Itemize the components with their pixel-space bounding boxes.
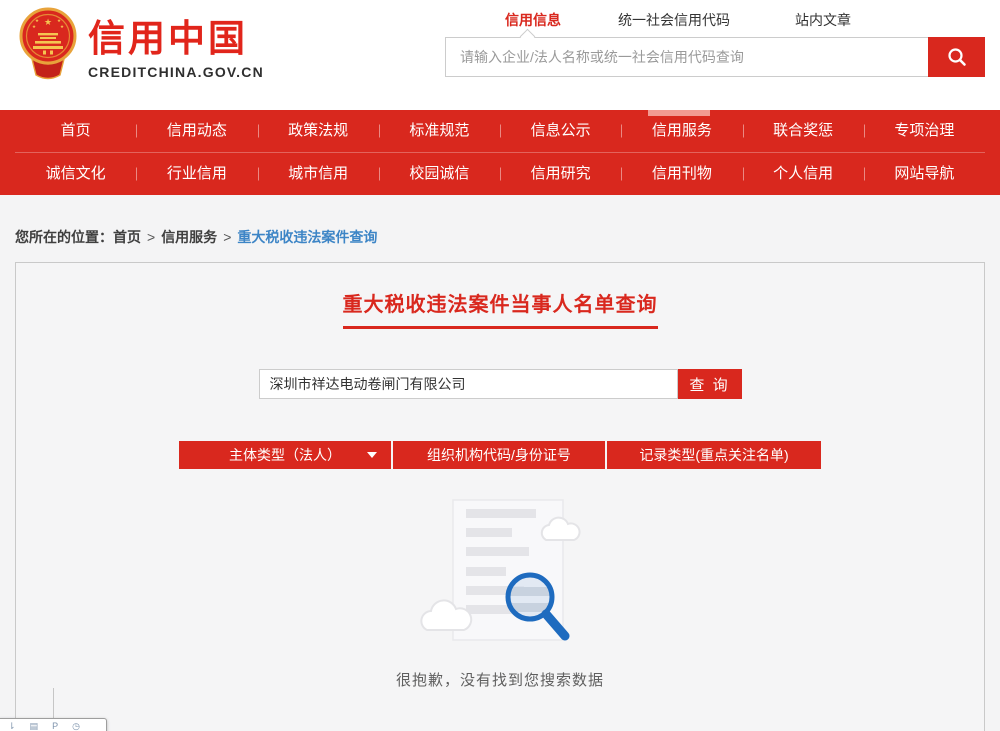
nav-item[interactable]: 信用研究 bbox=[500, 153, 621, 195]
content-panel: 重大税收违法案件当事人名单查询 查 询 主体类型（法人） 组织机构代码/身份证号… bbox=[15, 262, 985, 731]
svg-text:★: ★ bbox=[32, 24, 36, 29]
page: ★ ★ ★ ★ ★ 信用中国 CREDITCHINA.GOV.CN 信用信息 统… bbox=[0, 0, 1000, 731]
filter-record-type[interactable]: 记录类型(重点关注名单) bbox=[607, 441, 821, 469]
nav-row-1: 首页信用动态政策法规标准规范信息公示信用服务联合奖惩专项治理 bbox=[15, 110, 985, 152]
query-button[interactable]: 查 询 bbox=[678, 369, 742, 399]
breadcrumb-prefix: 您所在的位置： bbox=[15, 229, 113, 245]
selection-caret-line bbox=[53, 688, 54, 718]
toolbar-icon[interactable]: ⇂ bbox=[8, 722, 16, 731]
breadcrumb-section[interactable]: 信用服务 bbox=[161, 229, 217, 245]
magnifier-icon bbox=[946, 46, 968, 68]
toolbar-icon[interactable]: P bbox=[52, 722, 58, 731]
chevron-down-icon bbox=[367, 452, 377, 458]
filter-org-code[interactable]: 组织机构代码/身份证号 bbox=[393, 441, 605, 469]
nav-item[interactable]: 城市信用 bbox=[258, 153, 379, 195]
nav-item[interactable]: 联合奖惩 bbox=[743, 110, 864, 152]
nav-item[interactable]: 专项治理 bbox=[864, 110, 985, 152]
nav-item[interactable]: 信用服务 bbox=[621, 110, 742, 152]
nav-row-2: 诚信文化行业信用城市信用校园诚信信用研究信用刊物个人信用网站导航 bbox=[15, 152, 985, 195]
svg-text:★: ★ bbox=[57, 18, 61, 23]
nav-item[interactable]: 校园诚信 bbox=[379, 153, 500, 195]
company-query-input[interactable] bbox=[259, 369, 678, 399]
breadcrumb-separator: > bbox=[147, 229, 155, 245]
logo-title: 信用中国 bbox=[88, 20, 264, 57]
toolbar-icon[interactable]: ◷ bbox=[72, 722, 80, 731]
header-search-box bbox=[445, 37, 985, 77]
page-title: 重大税收违法案件当事人名单查询 bbox=[343, 288, 658, 329]
site-logo[interactable]: ★ ★ ★ ★ ★ 信用中国 CREDITCHINA.GOV.CN bbox=[18, 7, 264, 81]
header-search-input[interactable] bbox=[445, 37, 928, 77]
empty-state-message: 很抱歉，没有找到您搜索数据 bbox=[16, 669, 984, 690]
tab-site-articles[interactable]: 站内文章 bbox=[795, 10, 851, 30]
nav-item[interactable]: 政策法规 bbox=[258, 110, 379, 152]
nav-item[interactable]: 信用刊物 bbox=[621, 153, 742, 195]
nav-item[interactable]: 首页 bbox=[15, 110, 136, 152]
svg-text:★: ★ bbox=[35, 18, 39, 23]
breadcrumb: 您所在的位置：首页 > 信用服务 > 重大税收违法案件查询 bbox=[15, 227, 377, 247]
query-row: 查 询 bbox=[16, 369, 984, 399]
tab-unified-social-credit-code[interactable]: 统一社会信用代码 bbox=[618, 10, 730, 30]
nav-item[interactable]: 信用动态 bbox=[136, 110, 257, 152]
nav-item[interactable]: 诚信文化 bbox=[15, 153, 136, 195]
china-national-emblem-icon: ★ ★ ★ ★ ★ bbox=[18, 7, 78, 81]
nav-item[interactable]: 标准规范 bbox=[379, 110, 500, 152]
filter-header-row: 主体类型（法人） 组织机构代码/身份证号 记录类型(重点关注名单) bbox=[16, 441, 984, 469]
filter-subject-type-label: 主体类型（法人） bbox=[229, 447, 341, 463]
nav-item[interactable]: 网站导航 bbox=[864, 153, 985, 195]
filter-record-type-label: 记录类型(重点关注名单) bbox=[639, 447, 788, 463]
breadcrumb-home[interactable]: 首页 bbox=[113, 229, 141, 245]
filter-subject-type[interactable]: 主体类型（法人） bbox=[179, 441, 391, 469]
header-search-button[interactable] bbox=[928, 37, 985, 77]
breadcrumb-current[interactable]: 重大税收违法案件查询 bbox=[237, 229, 377, 245]
nav-inner: 首页信用动态政策法规标准规范信息公示信用服务联合奖惩专项治理 诚信文化行业信用城… bbox=[15, 110, 985, 195]
nav-item[interactable]: 行业信用 bbox=[136, 153, 257, 195]
nav-item[interactable]: 信息公示 bbox=[500, 110, 621, 152]
tab-credit-info[interactable]: 信用信息 bbox=[505, 10, 561, 30]
nav-item[interactable]: 个人信用 bbox=[743, 153, 864, 195]
empty-state-illustration-icon bbox=[400, 487, 600, 657]
logo-text: 信用中国 CREDITCHINA.GOV.CN bbox=[88, 7, 264, 80]
selection-toolbar-popup: ⇂ ▤ P ◷ bbox=[0, 718, 107, 731]
svg-text:★: ★ bbox=[44, 17, 52, 27]
svg-text:★: ★ bbox=[60, 24, 64, 29]
site-header: ★ ★ ★ ★ ★ 信用中国 CREDITCHINA.GOV.CN 信用信息 统… bbox=[0, 0, 1000, 110]
breadcrumb-separator: > bbox=[223, 229, 231, 245]
logo-subtitle: CREDITCHINA.GOV.CN bbox=[88, 64, 264, 80]
filter-org-code-label: 组织机构代码/身份证号 bbox=[427, 447, 571, 463]
main-nav: 首页信用动态政策法规标准规范信息公示信用服务联合奖惩专项治理 诚信文化行业信用城… bbox=[0, 110, 1000, 195]
toolbar-icon[interactable]: ▤ bbox=[30, 722, 39, 731]
